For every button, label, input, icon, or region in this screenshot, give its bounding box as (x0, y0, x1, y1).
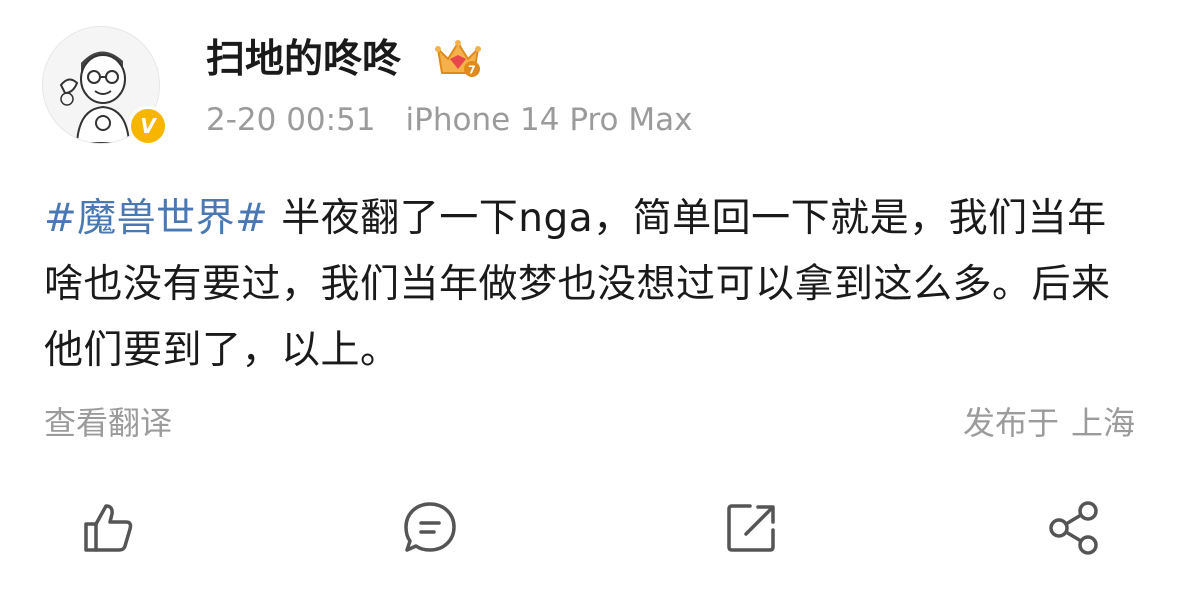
location-name: 上海 (1070, 404, 1135, 442)
username[interactable]: 扫地的咚咚 (206, 35, 401, 85)
post-timestamp: 2-20 00:51 (206, 102, 376, 138)
svg-text:7: 7 (468, 64, 476, 77)
comment-button[interactable] (402, 500, 458, 556)
verified-v-icon: V (128, 106, 168, 146)
thumbs-up-icon (84, 504, 133, 552)
post-meta: 2-20 00:51 iPhone 14 Pro Max (206, 98, 692, 142)
like-button[interactable] (80, 500, 136, 556)
translate-link[interactable]: 查看翻译 (44, 398, 172, 448)
post-content: #魔兽世界# 半夜翻了一下nga，简单回一下就是，我们当年啥也没有要过，我们当年… (44, 186, 1134, 384)
post-device: iPhone 14 Pro Max (405, 102, 693, 138)
crown-member-icon[interactable]: 7 (434, 37, 482, 81)
share-icon (1049, 501, 1098, 555)
location-prefix: 发布于 (962, 404, 1059, 442)
repost-icon (727, 504, 775, 552)
repost-button[interactable] (724, 500, 780, 556)
comment-icon (404, 502, 456, 552)
topic-link[interactable]: #魔兽世界# (44, 196, 268, 241)
post-location: 发布于 上海 (963, 398, 1135, 448)
share-button[interactable] (1046, 500, 1102, 556)
